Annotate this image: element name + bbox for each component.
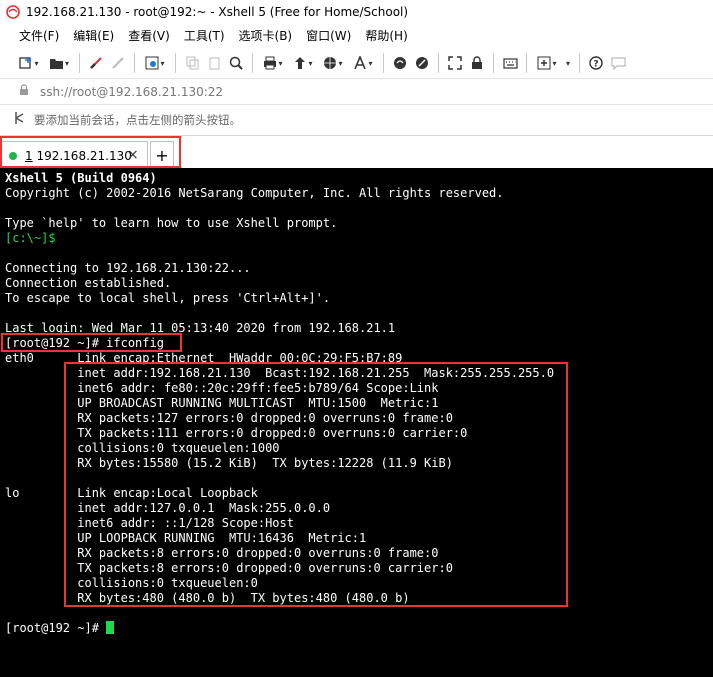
title-bar: 192.168.21.130 - root@192:~ - Xshell 5 (…: [0, 0, 713, 24]
toolbar-separator: [175, 53, 176, 73]
address-bar[interactable]: ssh://root@192.168.21.130:22: [0, 78, 713, 104]
lock-icon: [18, 84, 30, 99]
window-title: 192.168.21.130 - root@192:~ - Xshell 5 (…: [26, 5, 409, 19]
disconnect-icon[interactable]: [85, 52, 107, 74]
arrow-bookmark-icon[interactable]: [14, 111, 30, 128]
xftp-icon[interactable]: [389, 52, 411, 74]
highlight-output-box: [64, 362, 568, 607]
toolbar-separator: [383, 53, 384, 73]
copy-icon[interactable]: [181, 52, 203, 74]
tab-options-dropdown-icon[interactable]: ▾: [562, 52, 574, 74]
menu-window[interactable]: 窗口(W): [306, 27, 351, 44]
transfer-icon[interactable]: [288, 52, 318, 74]
open-folder-icon[interactable]: [44, 52, 74, 74]
properties-icon[interactable]: [140, 52, 170, 74]
highlight-command-box: [1, 333, 182, 352]
print-icon[interactable]: [258, 52, 288, 74]
hint-text: 要添加当前会话，点击左侧的箭头按钮。: [34, 112, 241, 127]
menu-tabs[interactable]: 选项卡(B): [239, 27, 293, 44]
new-session-icon[interactable]: [14, 52, 44, 74]
hint-bar: 要添加当前会话，点击左侧的箭头按钮。: [0, 104, 713, 134]
cursor: [106, 621, 115, 634]
toolbar-separator: [579, 53, 580, 73]
toolbar-separator: [134, 53, 135, 73]
lock-icon[interactable]: [466, 52, 488, 74]
find-icon[interactable]: [225, 52, 247, 74]
xmanager-icon[interactable]: [411, 52, 433, 74]
help-icon[interactable]: ?: [585, 52, 607, 74]
toolbar: ▾ ?: [0, 48, 713, 78]
terminal-line: Connecting to 192.168.21.130:22...: [5, 261, 251, 275]
new-tab-icon[interactable]: [532, 52, 562, 74]
terminal-line: [c:\~]$: [5, 231, 56, 245]
terminal-line: Connection established.: [5, 276, 172, 290]
chat-icon[interactable]: [607, 52, 629, 74]
toolbar-separator: [526, 53, 527, 73]
menu-bar: 文件(F) 编辑(E) 查看(V) 工具(T) 选项卡(B) 窗口(W) 帮助(…: [0, 24, 713, 46]
keyboard-icon[interactable]: [499, 52, 521, 74]
toolbar-separator: [438, 53, 439, 73]
session-address[interactable]: ssh://root@192.168.21.130:22: [40, 85, 223, 99]
fullscreen-icon[interactable]: [444, 52, 466, 74]
menu-file[interactable]: 文件(F): [19, 27, 59, 44]
terminal-line: Copyright (c) 2002-2016 NetSarang Comput…: [5, 186, 504, 200]
terminal-line: To escape to local shell, press 'Ctrl+Al…: [5, 291, 331, 305]
svg-text:?: ?: [593, 60, 598, 70]
menu-edit[interactable]: 编辑(E): [73, 27, 114, 44]
paste-icon[interactable]: [203, 52, 225, 74]
xshell-logo-icon: [6, 5, 20, 19]
menu-tools[interactable]: 工具(T): [184, 27, 225, 44]
terminal-line: [root@192 ~]#: [5, 621, 713, 636]
toolbar-separator: [252, 53, 253, 73]
menu-view[interactable]: 查看(V): [128, 27, 170, 44]
menu-help[interactable]: 帮助(H): [365, 27, 407, 44]
toolbar-separator: [493, 53, 494, 73]
font-icon[interactable]: [348, 52, 378, 74]
terminal-line: Type `help' to learn how to use Xshell p…: [5, 216, 338, 230]
reconnect-icon[interactable]: [107, 52, 129, 74]
toolbar-separator: [79, 53, 80, 73]
highlight-tab-box: [0, 136, 181, 168]
globe-icon[interactable]: [318, 52, 348, 74]
terminal-line: Xshell 5 (Build 0964): [5, 171, 157, 185]
